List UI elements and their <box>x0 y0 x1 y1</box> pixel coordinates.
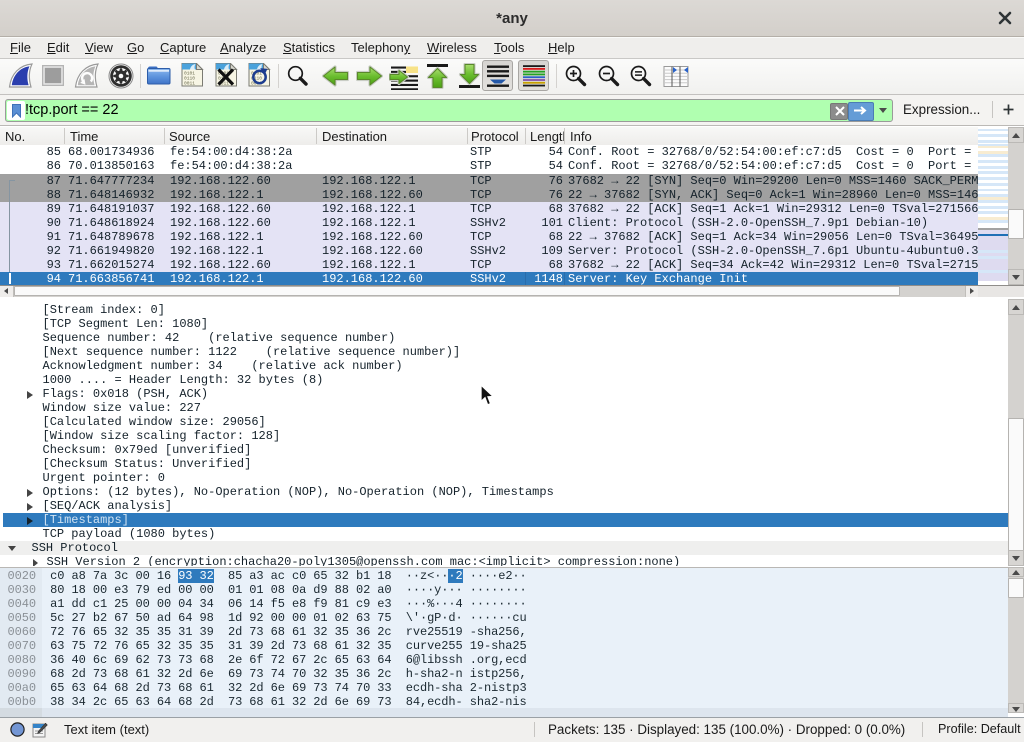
svg-text:0011: 0011 <box>184 81 195 87</box>
